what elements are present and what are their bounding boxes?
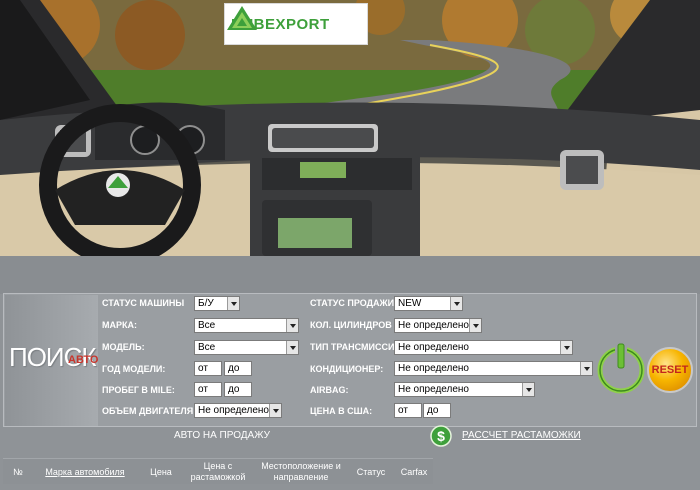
chevron-down-icon: [522, 383, 534, 396]
results-table-header: № Марка автомобиля Цена Цена с растаможк…: [3, 458, 433, 484]
chevron-down-icon: [469, 319, 481, 332]
price-usa-label: ЦЕНА В США:: [310, 406, 373, 416]
car-status-select[interactable]: Б/У: [194, 296, 240, 311]
airbag-value: Не определено: [398, 384, 469, 395]
search-title-block: ПОИСК АВТО: [5, 295, 98, 426]
make-value: Все: [198, 320, 216, 331]
chevron-down-icon: [580, 362, 592, 375]
col-price: Цена: [150, 467, 172, 477]
make-label: МАРКА:: [102, 320, 137, 330]
col-price-customs: Цена с растаможкой: [190, 461, 246, 482]
customs-calc-link[interactable]: РАССЧЕТ РАСТАМОЖКИ: [462, 430, 581, 441]
model-select[interactable]: Все: [194, 340, 299, 355]
year-to-input[interactable]: до: [224, 361, 252, 376]
mileage-label: ПРОБЕГ В MILE:: [102, 385, 175, 395]
model-label: МОДЕЛЬ:: [102, 342, 145, 352]
separator-band: [0, 256, 700, 294]
air-conditioner-label: КОНДИЦИОНЕР:: [310, 364, 384, 374]
price-to-input[interactable]: до: [423, 403, 451, 418]
col-location: Местоположение и направление: [261, 461, 341, 482]
model-value: Все: [198, 342, 216, 353]
sale-status-select[interactable]: NEW: [394, 296, 463, 311]
svg-text:$: $: [437, 428, 445, 444]
sale-status-label: СТАТУС ПРОДАЖИ: [310, 298, 395, 308]
sale-status-value: NEW: [398, 298, 422, 309]
transmission-select[interactable]: Не определено: [394, 340, 573, 355]
logo-pyramid-icon: [227, 6, 257, 30]
cylinders-label: КОЛ. ЦИЛИНДРОВ: [310, 320, 392, 330]
search-subtitle: АВТО: [68, 354, 99, 366]
mileage-to-input[interactable]: до: [224, 382, 252, 397]
chevron-down-icon: [286, 341, 298, 354]
year-from-input[interactable]: от: [194, 361, 222, 376]
dollar-icon: $: [430, 425, 452, 447]
airbag-select[interactable]: Не определено: [394, 382, 535, 397]
reset-button[interactable]: RESET: [647, 347, 693, 393]
cylinders-value: Не определено: [398, 320, 469, 331]
chevron-down-icon: [227, 297, 239, 310]
engine-volume-label: ОБЪЕМ ДВИГАТЕЛЯ:: [102, 406, 197, 416]
chevron-down-icon: [560, 341, 572, 354]
power-icon[interactable]: [596, 339, 646, 395]
page: HUBEXPORT ПОИСК АВТО СТАТУС МАШИНЫ Б/У С…: [0, 0, 700, 490]
hubexport-logo[interactable]: HUBEXPORT: [224, 3, 368, 45]
col-make[interactable]: Марка автомобиля: [41, 467, 129, 478]
reset-label: RESET: [651, 364, 689, 376]
chevron-down-icon: [286, 319, 298, 332]
col-carfax: Carfax: [400, 467, 428, 477]
chevron-down-icon: [269, 404, 281, 417]
engine-volume-value: Не определено: [198, 405, 269, 416]
cars-for-sale-link[interactable]: АВТО НА ПРОДАЖУ: [174, 430, 270, 441]
airbag-label: AIRBAG:: [310, 385, 349, 395]
engine-volume-select[interactable]: Не определено: [194, 403, 282, 418]
make-select[interactable]: Все: [194, 318, 299, 333]
car-status-label: СТАТУС МАШИНЫ: [102, 298, 185, 308]
cylinders-select[interactable]: Не определено: [394, 318, 482, 333]
price-from-input[interactable]: от: [394, 403, 422, 418]
air-conditioner-value: Не определено: [398, 363, 469, 374]
transmission-label: ТИП ТРАНСМИССИИ:: [310, 342, 404, 352]
air-conditioner-select[interactable]: Не определено: [394, 361, 593, 376]
chevron-down-icon: [450, 297, 462, 310]
year-label: ГОД МОДЕЛИ:: [102, 364, 166, 374]
col-number: №: [13, 467, 23, 477]
hero-image: HUBEXPORT: [0, 0, 700, 256]
col-status: Статус: [356, 467, 386, 477]
transmission-value: Не определено: [398, 342, 469, 353]
car-status-value: Б/У: [198, 298, 214, 309]
mileage-from-input[interactable]: от: [194, 382, 222, 397]
